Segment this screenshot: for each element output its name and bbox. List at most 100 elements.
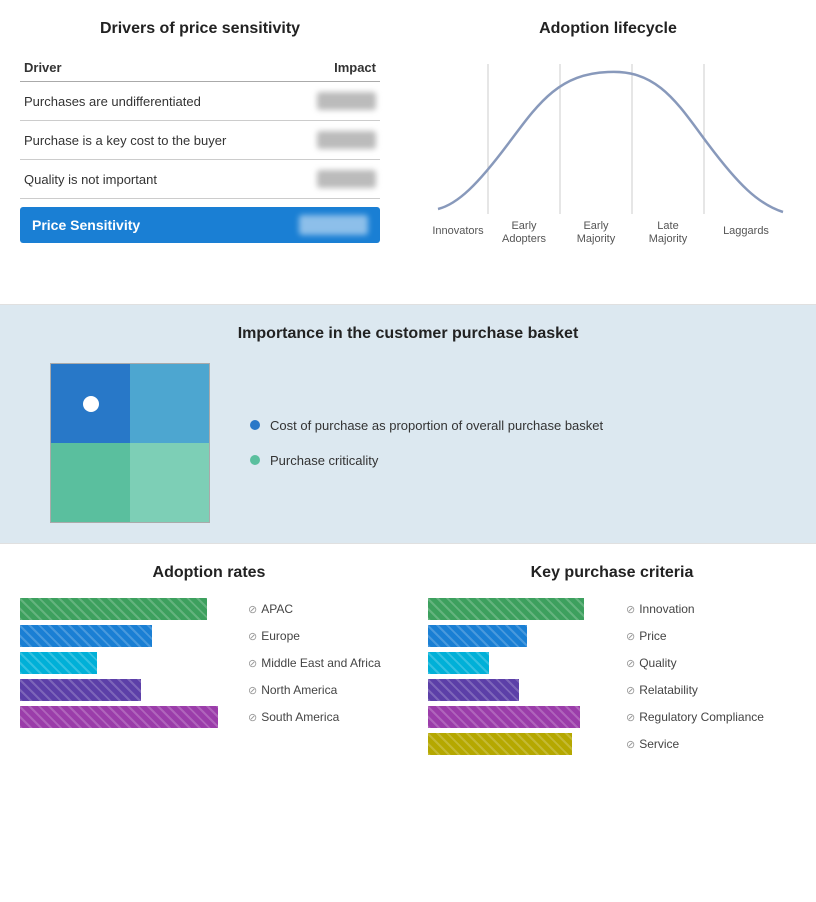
- svg-text:Majority: Majority: [577, 233, 616, 245]
- quadrant-2: [130, 364, 209, 443]
- svg-text:Late: Late: [657, 220, 678, 232]
- bar-fill: [20, 625, 152, 647]
- adoption-svg: Innovators Early Adopters Early Majority…: [410, 54, 806, 254]
- bar-bg: [20, 598, 240, 620]
- bar-fill: [428, 625, 527, 647]
- legend-dot-blue: [250, 420, 260, 430]
- quadrant-legend: Cost of purchase as proportion of overal…: [250, 418, 603, 468]
- bar-fill: [428, 679, 519, 701]
- bar-bg: [428, 679, 618, 701]
- svg-text:Early: Early: [511, 220, 537, 232]
- bar-label: Service: [639, 737, 769, 751]
- bar-bg: [428, 652, 618, 674]
- bar-row: ⊘ Service: [428, 733, 796, 755]
- legend-item-1: Cost of purchase as proportion of overal…: [250, 418, 603, 433]
- bar-bg: [428, 598, 618, 620]
- driver-header: Driver: [20, 54, 293, 82]
- bar-legend-icon: ⊘: [248, 603, 257, 616]
- bar-legend-icon: ⊘: [248, 630, 257, 643]
- bar-fill: [20, 706, 218, 728]
- svg-text:Majority: Majority: [649, 233, 688, 245]
- key-purchase-panel: Key purchase criteria ⊘Innovation⊘Price⊘…: [418, 564, 806, 755]
- bar-fill: [20, 652, 97, 674]
- bar-row: ⊘ Innovation: [428, 598, 796, 620]
- middle-title: Importance in the customer purchase bask…: [20, 325, 796, 343]
- adoption-chart: Innovators Early Adopters Early Majority…: [410, 54, 806, 284]
- quadrant-4: [130, 443, 209, 522]
- driver-table: Driver Impact Purchases are undifferenti…: [20, 54, 380, 199]
- middle-content: Cost of purchase as proportion of overal…: [20, 363, 796, 523]
- bar-bg: [428, 733, 618, 755]
- bar-legend-icon: ⊘: [626, 603, 635, 616]
- bar-label: North America: [261, 683, 391, 697]
- bar-row: ⊘ Price: [428, 625, 796, 647]
- price-sensitivity-row[interactable]: Price Sensitivity Medium: [20, 207, 380, 243]
- legend-item-2: Purchase criticality: [250, 453, 603, 468]
- legend-label-1: Cost of purchase as proportion of overal…: [270, 418, 603, 433]
- impact-cell: Medium: [293, 82, 380, 121]
- bar-legend-icon: ⊘: [248, 684, 257, 697]
- bar-bg: [20, 652, 240, 674]
- bar-fill: [428, 598, 584, 620]
- bar-label: Europe: [261, 629, 391, 643]
- adoption-bars: ⊘ APAC ⊘ Europe ⊘ Middle East and Africa ⊘ Nort…: [20, 598, 398, 728]
- adoption-rates-panel: Adoption rates ⊘ APAC ⊘ Europe ⊘ Middle East …: [10, 564, 408, 755]
- driver-cell: Purchases are undifferentiated: [20, 82, 293, 121]
- bar-label: Relatability: [639, 683, 769, 697]
- bar-bg: [20, 679, 240, 701]
- bar-legend-icon: ⊘: [626, 630, 635, 643]
- bar-legend-icon: ⊘: [626, 711, 635, 724]
- quadrant-3: [51, 443, 130, 522]
- bottom-section: Adoption rates ⊘ APAC ⊘ Europe ⊘ Middle East …: [0, 543, 816, 775]
- table-row: Purchase is a key cost to the buyerMediu…: [20, 121, 380, 160]
- bar-row: ⊘ Europe: [20, 625, 398, 647]
- bar-label: South America: [261, 710, 391, 724]
- legend-dot-green: [250, 455, 260, 465]
- quadrant-chart: [50, 363, 210, 523]
- bar-label: Innovation: [639, 602, 769, 616]
- bar-bg: [428, 706, 618, 728]
- svg-text:Innovators: Innovators: [432, 225, 484, 237]
- impact-header: Impact: [293, 54, 380, 82]
- bar-row: ⊘ Regulatory Compliance: [428, 706, 796, 728]
- key-bars: ⊘ Innovation ⊘ Price ⊘ Quality ⊘ Relatability ⊘ R…: [428, 598, 796, 755]
- table-row: Quality is not importantMedium: [20, 160, 380, 199]
- bar-bg: [20, 706, 240, 728]
- legend-label-2: Purchase criticality: [270, 453, 378, 468]
- bar-row: ⊘ North America: [20, 679, 398, 701]
- bar-legend-icon: ⊘: [248, 657, 257, 670]
- bar-fill: [428, 733, 572, 755]
- bar-legend-icon: ⊘: [626, 657, 635, 670]
- bar-bg: [428, 625, 618, 647]
- bar-fill: [428, 652, 489, 674]
- bar-fill: [20, 598, 207, 620]
- key-purchase-title: Key purchase criteria: [428, 564, 796, 582]
- driver-cell: Purchase is a key cost to the buyer: [20, 121, 293, 160]
- bar-label: APAC: [261, 602, 391, 616]
- bar-label: Middle East and Africa: [261, 656, 391, 670]
- bar-label: Price: [639, 629, 769, 643]
- bar-row: ⊘ APAC: [20, 598, 398, 620]
- impact-cell: Medium: [293, 160, 380, 199]
- bar-label: Regulatory Compliance: [639, 710, 769, 724]
- bar-row: ⊘ Middle East and Africa: [20, 652, 398, 674]
- bar-fill: [20, 679, 141, 701]
- bar-row: ⊘ South America: [20, 706, 398, 728]
- bar-bg: [20, 625, 240, 647]
- impact-cell: Medium: [293, 121, 380, 160]
- adoption-title: Adoption lifecycle: [410, 20, 806, 38]
- quadrant-dot: [83, 396, 99, 412]
- drivers-panel: Drivers of price sensitivity Driver Impa…: [0, 10, 400, 294]
- price-sensitivity-value: Medium: [299, 215, 368, 235]
- bar-label: Quality: [639, 656, 769, 670]
- bar-row: ⊘ Relatability: [428, 679, 796, 701]
- adoption-rates-title: Adoption rates: [20, 564, 398, 582]
- bar-fill: [428, 706, 580, 728]
- middle-section: Importance in the customer purchase bask…: [0, 305, 816, 543]
- price-sensitivity-label: Price Sensitivity: [32, 217, 140, 233]
- svg-text:Adopters: Adopters: [502, 233, 547, 245]
- bar-legend-icon: ⊘: [626, 684, 635, 697]
- bar-legend-icon: ⊘: [248, 711, 257, 724]
- bar-legend-icon: ⊘: [626, 738, 635, 751]
- driver-cell: Quality is not important: [20, 160, 293, 199]
